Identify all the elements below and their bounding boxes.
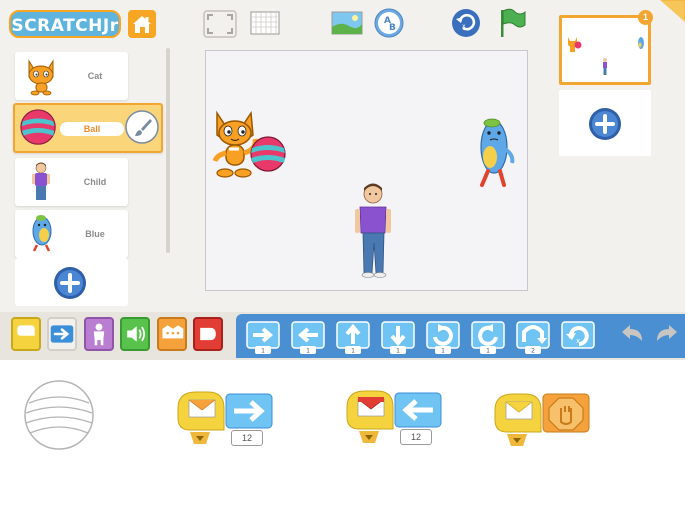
sprite-list-scrollbar[interactable] bbox=[166, 48, 170, 253]
category-sound[interactable] bbox=[120, 317, 150, 351]
home-button[interactable] bbox=[127, 9, 157, 39]
script-2[interactable]: 12 bbox=[345, 385, 449, 445]
go-home-x: x bbox=[576, 337, 580, 345]
palette-block-move-up[interactable]: 1 bbox=[334, 318, 372, 354]
blue-sprite[interactable] bbox=[472, 113, 518, 193]
plus-icon bbox=[589, 108, 621, 140]
text-icon: A B bbox=[374, 8, 404, 38]
category-triggering[interactable] bbox=[11, 317, 41, 351]
category-end[interactable] bbox=[193, 317, 223, 351]
fullscreen-icon bbox=[203, 10, 237, 38]
palette-block-move-down[interactable]: 1 bbox=[379, 318, 417, 354]
palette-block-turn-right[interactable]: 1 bbox=[424, 318, 462, 354]
grid-icon bbox=[250, 11, 280, 35]
page-number-badge: 1 bbox=[638, 10, 653, 25]
fullscreen-button[interactable] bbox=[203, 10, 237, 38]
child-sprite-thumbnail bbox=[32, 162, 50, 200]
stage-area bbox=[176, 48, 556, 312]
reset-icon: x bbox=[452, 9, 480, 37]
reset-button[interactable]: x bbox=[451, 8, 481, 38]
grid-button[interactable] bbox=[250, 11, 280, 35]
block-value: 1 bbox=[351, 348, 355, 355]
block-value: 1 bbox=[486, 348, 490, 355]
green-flag-icon bbox=[501, 8, 526, 37]
script-1[interactable]: 12 bbox=[176, 386, 280, 446]
palette-block-turn-left[interactable]: 1 bbox=[469, 318, 507, 354]
undo-icon[interactable] bbox=[620, 323, 646, 345]
add-sprite-button[interactable] bbox=[15, 258, 128, 306]
sprite-label: Ball bbox=[60, 122, 124, 136]
home-icon bbox=[128, 10, 156, 38]
page-thumbnail-preview bbox=[568, 37, 644, 75]
palette-block-go-home[interactable]: x bbox=[559, 318, 597, 354]
block-value: 2 bbox=[531, 348, 535, 355]
background-icon bbox=[331, 11, 363, 35]
category-looks[interactable] bbox=[84, 317, 114, 351]
script-1-value[interactable]: 12 bbox=[231, 430, 263, 446]
cat-sprite-thumbnail bbox=[28, 59, 54, 96]
paint-editor-button[interactable] bbox=[125, 110, 159, 144]
page-corner-icon bbox=[660, 0, 685, 22]
block-value: 1 bbox=[396, 348, 400, 355]
category-control[interactable] bbox=[157, 317, 187, 351]
category-motion[interactable] bbox=[47, 317, 77, 351]
background-button[interactable] bbox=[331, 11, 363, 35]
paintbrush-icon bbox=[125, 110, 159, 144]
child-sprite[interactable] bbox=[354, 181, 394, 279]
blue-sprite-thumbnail bbox=[32, 215, 52, 252]
script-3-blocks bbox=[494, 393, 590, 446]
sprite-item-ball[interactable]: Ball bbox=[13, 103, 163, 153]
add-page-button[interactable] bbox=[559, 90, 651, 156]
sprite-item-child[interactable]: Child bbox=[15, 158, 128, 206]
redo-icon[interactable] bbox=[653, 323, 679, 345]
sprite-panel: Cat Ball Child Blue bbox=[0, 48, 176, 312]
ball-watermark-icon bbox=[24, 380, 94, 450]
page-thumbnail-1[interactable] bbox=[559, 15, 651, 85]
page-panel: 1 bbox=[556, 0, 685, 312]
sprite-item-blue[interactable]: Blue bbox=[15, 210, 128, 258]
block-value: 1 bbox=[306, 348, 310, 355]
sprite-label: Cat bbox=[87, 71, 103, 81]
green-flag-button[interactable] bbox=[497, 7, 527, 39]
script-3[interactable] bbox=[493, 388, 595, 448]
text-icon-letter-b: B bbox=[389, 23, 396, 33]
stage[interactable] bbox=[205, 50, 528, 291]
logo-text: SCRATCHJr bbox=[9, 10, 121, 38]
script-2-value[interactable]: 12 bbox=[400, 429, 432, 445]
reset-icon-x: x bbox=[462, 23, 466, 30]
scratchjr-logo[interactable]: SCRATCHJr bbox=[9, 10, 121, 38]
palette-block-move-left[interactable]: 1 bbox=[289, 318, 327, 354]
block-value: 1 bbox=[441, 348, 445, 355]
block-value: 1 bbox=[261, 348, 265, 355]
plus-icon bbox=[54, 267, 86, 299]
add-text-button[interactable]: A B bbox=[374, 8, 404, 38]
sprite-item-cat[interactable]: Cat bbox=[15, 52, 128, 100]
ball-sprite-thumbnail bbox=[20, 109, 56, 145]
ball-sprite[interactable] bbox=[249, 135, 287, 173]
sprite-label: Blue bbox=[85, 229, 105, 239]
palette-block-hop[interactable]: 2 bbox=[514, 318, 552, 354]
script-2-blocks bbox=[346, 390, 442, 443]
palette-block-move-right[interactable]: 1 bbox=[244, 318, 282, 354]
script-1-blocks bbox=[177, 391, 273, 444]
sprite-label: Child bbox=[83, 177, 107, 187]
